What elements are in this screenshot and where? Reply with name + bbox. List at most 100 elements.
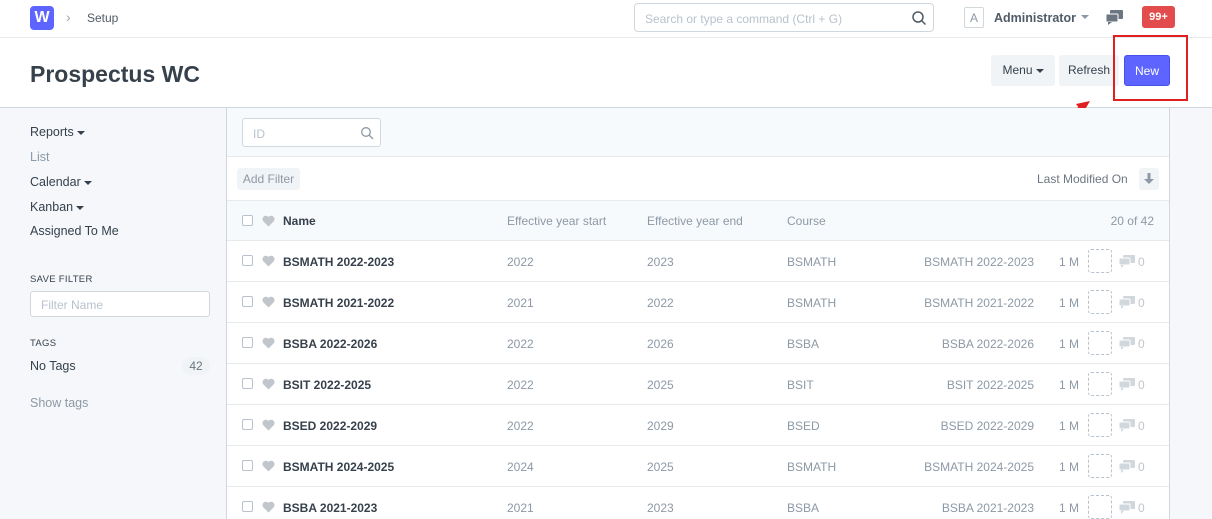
- menu-button[interactable]: Menu: [991, 55, 1055, 86]
- chevron-down-icon: [83, 180, 92, 185]
- row-name-link[interactable]: BSED 2022-2029: [283, 419, 377, 433]
- row-checkbox[interactable]: [242, 501, 253, 512]
- row-checkbox[interactable]: [242, 296, 253, 307]
- table-row[interactable]: BSMATH 2021-2022 2021 2022 BSMATH BSMATH 202…: [227, 282, 1169, 323]
- row-course: BSBA: [787, 501, 820, 515]
- filter-bar: Add Filter Last Modified On: [227, 157, 1169, 201]
- save-filter-heading: SAVE FILTER: [30, 274, 93, 285]
- table-row[interactable]: BSMATH 2024-2025 2024 2025 BSMATH BSMATH 202…: [227, 446, 1169, 487]
- sort-selector[interactable]: Last Modified On: [1037, 172, 1128, 186]
- heart-icon[interactable]: [262, 419, 275, 431]
- heart-icon[interactable]: [262, 337, 275, 349]
- heart-icon[interactable]: [262, 255, 275, 267]
- row-start-year: 2022: [507, 337, 534, 351]
- row-checkbox[interactable]: [242, 378, 253, 389]
- row-comment-count: 0: [1138, 378, 1145, 392]
- sidebar: Reports List Calendar Kanban Assigned To…: [0, 108, 226, 519]
- assign-user-button[interactable]: [1088, 290, 1112, 314]
- notifications-badge[interactable]: 99+: [1142, 6, 1175, 28]
- row-modified: 1 M: [1058, 378, 1079, 392]
- row-end-year: 2029: [647, 419, 674, 433]
- row-modified: 1 M: [1058, 501, 1079, 515]
- row-end-year: 2025: [647, 378, 674, 392]
- row-title: BSMATH 2022-2023: [924, 255, 1034, 269]
- search-input[interactable]: Search or type a command (Ctrl + G): [634, 3, 934, 32]
- row-start-year: 2022: [507, 378, 534, 392]
- sidebar-item-list[interactable]: List: [30, 150, 49, 164]
- menu-label: Menu: [1002, 63, 1033, 77]
- assign-user-button[interactable]: [1088, 331, 1112, 355]
- table-row[interactable]: BSED 2022-2029 2022 2029 BSED BSED 2022-2029…: [227, 405, 1169, 446]
- app-logo[interactable]: W: [30, 6, 54, 30]
- chat-icon[interactable]: [1106, 10, 1124, 26]
- row-comment-count: 0: [1138, 501, 1145, 515]
- page-header: Prospectus WC Menu Refresh New: [0, 38, 1212, 108]
- search-icon: [912, 11, 927, 26]
- add-filter-button[interactable]: Add Filter: [237, 168, 300, 190]
- row-modified: 1 M: [1058, 419, 1079, 433]
- assign-user-button[interactable]: [1088, 249, 1112, 273]
- refresh-button[interactable]: Refresh: [1059, 55, 1119, 86]
- row-title: BSIT 2022-2025: [946, 378, 1034, 392]
- row-name-link[interactable]: BSMATH 2022-2023: [283, 255, 394, 269]
- row-course: BSMATH: [787, 255, 837, 269]
- column-header-name[interactable]: Name: [283, 214, 316, 228]
- row-start-year: 2024: [507, 460, 534, 474]
- row-checkbox[interactable]: [242, 337, 253, 348]
- row-end-year: 2025: [647, 460, 674, 474]
- row-checkbox[interactable]: [242, 419, 253, 430]
- user-menu[interactable]: Administrator: [994, 11, 1076, 25]
- sidebar-item-label: Reports: [30, 125, 74, 139]
- arrow-down-icon: [1144, 173, 1154, 184]
- assign-user-button[interactable]: [1088, 413, 1112, 437]
- comment-icon: [1119, 501, 1135, 514]
- row-course: BSIT: [787, 378, 814, 392]
- row-name-link[interactable]: BSBA 2021-2023: [283, 501, 377, 515]
- assign-user-button[interactable]: [1088, 454, 1112, 478]
- row-name-link[interactable]: BSBA 2022-2026: [283, 337, 377, 351]
- heart-icon[interactable]: [262, 215, 275, 227]
- show-tags-link[interactable]: Show tags: [30, 396, 88, 410]
- table-row[interactable]: BSIT 2022-2025 2022 2025 BSIT BSIT 2022-2025…: [227, 364, 1169, 405]
- row-end-year: 2023: [647, 501, 674, 515]
- select-all-checkbox[interactable]: [242, 215, 253, 226]
- row-checkbox[interactable]: [242, 460, 253, 471]
- row-start-year: 2021: [507, 501, 534, 515]
- row-name-link[interactable]: BSIT 2022-2025: [283, 378, 371, 392]
- assign-user-button[interactable]: [1088, 495, 1112, 519]
- search-icon: [361, 127, 374, 140]
- sidebar-item-calendar[interactable]: Calendar: [30, 175, 92, 189]
- sidebar-item-no-tags[interactable]: No Tags: [30, 359, 76, 373]
- sidebar-item-reports[interactable]: Reports: [30, 125, 85, 139]
- filter-name-placeholder: Filter Name: [41, 298, 104, 312]
- filter-name-input[interactable]: Filter Name: [30, 291, 210, 317]
- row-title: BSMATH 2021-2022: [924, 296, 1034, 310]
- id-filter-input[interactable]: ID: [242, 118, 381, 147]
- row-name-link[interactable]: BSMATH 2021-2022: [283, 296, 394, 310]
- sidebar-item-kanban[interactable]: Kanban: [30, 200, 85, 214]
- row-checkbox[interactable]: [242, 255, 253, 266]
- heart-icon[interactable]: [262, 378, 275, 390]
- id-placeholder: ID: [253, 127, 265, 141]
- row-course: BSMATH: [787, 296, 837, 310]
- list-toolbar: ID: [227, 108, 1169, 157]
- comment-icon: [1119, 255, 1135, 268]
- heart-icon[interactable]: [262, 296, 275, 308]
- breadcrumb-setup[interactable]: Setup: [87, 11, 118, 25]
- avatar[interactable]: A: [964, 7, 984, 28]
- table-row[interactable]: BSMATH 2022-2023 2022 2023 BSMATH BSMATH 202…: [227, 241, 1169, 282]
- chevron-down-icon: [76, 130, 85, 135]
- row-course: BSED: [787, 419, 820, 433]
- table-row[interactable]: BSBA 2021-2023 2021 2023 BSBA BSBA 2021-2023…: [227, 487, 1169, 519]
- sort-order-button[interactable]: [1139, 168, 1159, 190]
- sidebar-item-assigned[interactable]: Assigned To Me: [30, 224, 119, 238]
- heart-icon[interactable]: [262, 501, 275, 513]
- row-name-link[interactable]: BSMATH 2024-2025: [283, 460, 394, 474]
- heart-icon[interactable]: [262, 460, 275, 472]
- table-row[interactable]: BSBA 2022-2026 2022 2026 BSBA BSBA 2022-2026…: [227, 323, 1169, 364]
- assign-user-button[interactable]: [1088, 372, 1112, 396]
- row-end-year: 2026: [647, 337, 674, 351]
- row-modified: 1 M: [1058, 296, 1079, 310]
- row-comment-count: 0: [1138, 296, 1145, 310]
- comment-icon: [1119, 296, 1135, 309]
